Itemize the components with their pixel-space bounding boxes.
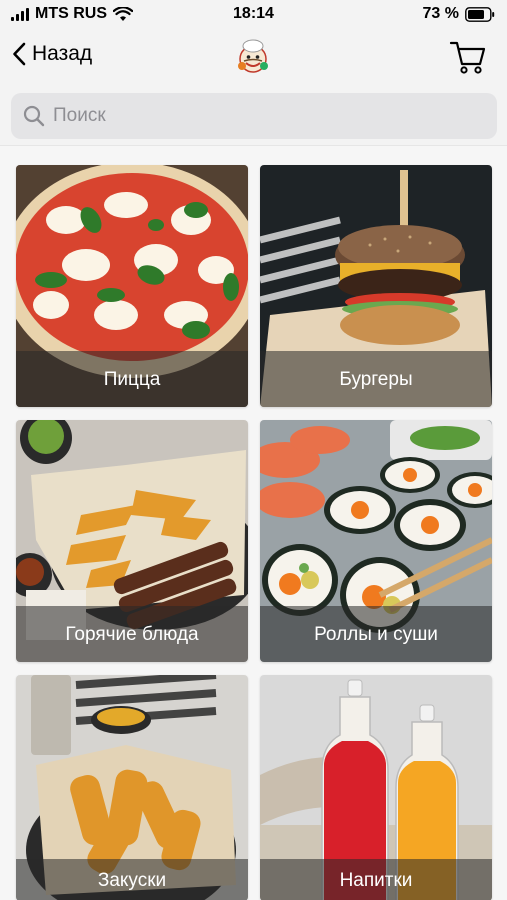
search-input[interactable] [53,105,473,127]
battery-icon [465,6,495,22]
category-card-snacks[interactable]: Закуски [16,675,248,900]
category-card-pizza[interactable]: Пицца [16,165,248,407]
category-grid: Пицца Бургеры Горячие блюда Роллы и суши… [0,146,507,900]
search-icon [23,105,45,127]
category-label: Закуски [16,859,248,900]
status-right: 73 % [423,5,495,23]
category-card-burgers[interactable]: Бургеры [260,165,492,407]
category-card-hot-dishes[interactable]: Горячие блюда [16,420,248,662]
navigation-bar: Назад [0,30,507,88]
search-box[interactable] [11,93,497,139]
category-label: Роллы и суши [260,606,492,662]
category-label: Горячие блюда [16,606,248,662]
category-label: Пицца [16,351,248,407]
category-label: Бургеры [260,351,492,407]
status-bar: MTS RUS 18:14 73 % [0,0,507,30]
search-bar [0,88,507,146]
chevron-left-icon [13,42,26,66]
cart-icon[interactable] [449,38,487,76]
battery-percent: 73 % [422,5,459,22]
category-card-drinks[interactable]: Напитки [260,675,492,900]
back-label: Назад [32,42,93,65]
back-button[interactable]: Назад [12,42,92,66]
category-label: Напитки [260,859,492,900]
category-card-sushi[interactable]: Роллы и суши [260,420,492,662]
chef-logo-icon [238,39,268,73]
